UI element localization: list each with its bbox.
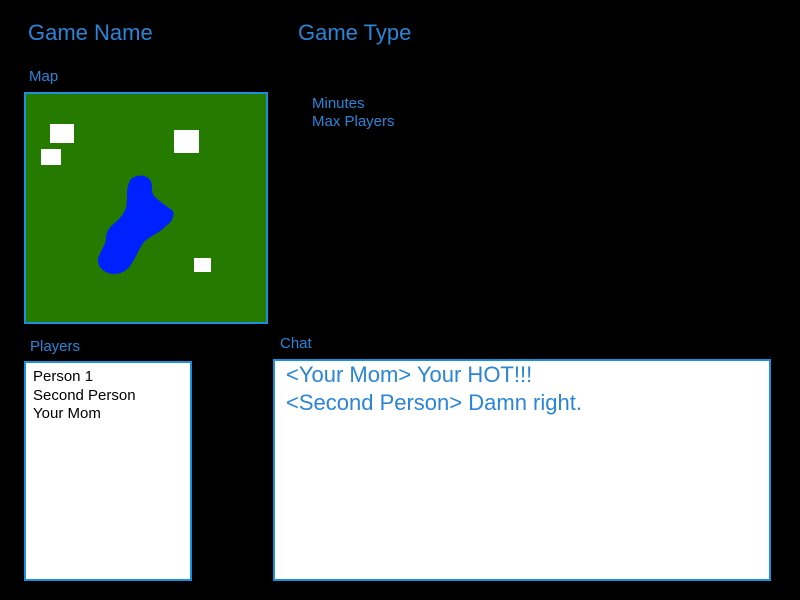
game-type-title: Game Type xyxy=(298,20,412,45)
chat-message: <Your Mom> Your HOT!!! xyxy=(286,362,533,387)
max-players-setting[interactable]: Max Players xyxy=(312,113,395,131)
map-preview[interactable] xyxy=(24,92,268,324)
chat-message: <Second Person> Damn right. xyxy=(286,390,582,415)
game-name-title: Game Name xyxy=(28,20,153,45)
map-building xyxy=(194,258,211,272)
players-label: Players xyxy=(30,338,81,355)
minutes-setting[interactable]: Minutes xyxy=(312,95,365,113)
chat-log[interactable]: <Your Mom> Your HOT!!! <Second Person> D… xyxy=(273,359,771,581)
map-building xyxy=(41,149,61,165)
player-item[interactable]: Your Mom xyxy=(33,405,136,424)
players-list[interactable]: Person 1 Second Person Your Mom xyxy=(24,361,192,581)
player-item[interactable]: Person 1 xyxy=(33,368,136,387)
player-item[interactable]: Second Person xyxy=(33,387,136,406)
chat-label: Chat xyxy=(280,335,312,352)
map-building xyxy=(174,130,199,153)
map-building xyxy=(50,124,74,143)
map-label: Map xyxy=(29,68,59,85)
map-lake xyxy=(98,175,174,274)
